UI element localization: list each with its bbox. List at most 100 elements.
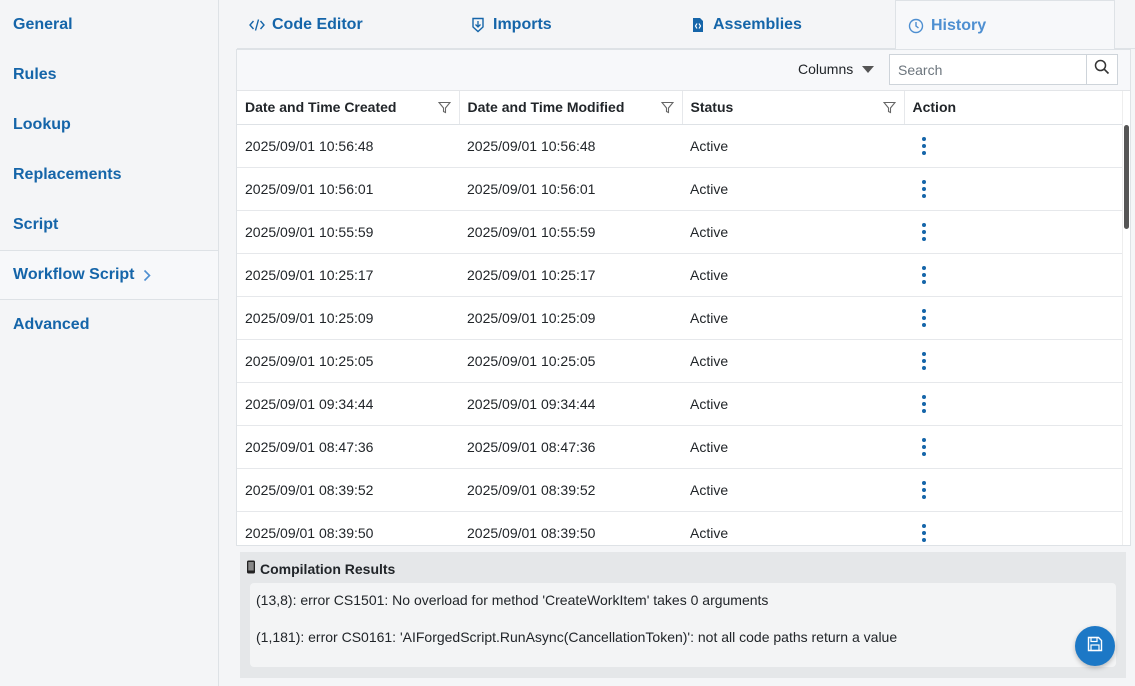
cell-created: 2025/09/01 08:39:52 [237,468,459,512]
cell-action [904,425,1127,469]
column-header-label: Action [912,99,957,116]
cell-action [904,339,1127,383]
cell-status: Active [682,511,904,545]
sidebar-item-label: General [13,16,73,33]
cell-created: 2025/09/01 10:25:09 [237,296,459,340]
sidebar-item-rules[interactable]: Rules [0,50,218,100]
more-actions-icon[interactable] [922,135,926,157]
sidebar-item-label: Rules [13,66,57,83]
sidebar-item-script[interactable]: Script [0,200,218,250]
column-header-label: Date and Time Modified [467,99,625,116]
table-row[interactable]: 2025/09/01 08:39:52 2025/09/01 08:39:52 Ac… [237,468,1127,512]
chevron-right-icon [143,269,151,282]
cell-created: 2025/09/01 08:39:50 [237,511,459,545]
compilation-results-title: Compilation Results [260,560,396,577]
compilation-error: (13,8): error CS1501: No overload for me… [256,592,769,608]
table-body: 2025/09/01 10:56:48 2025/09/01 10:56:48 Ac… [237,124,1127,545]
table-row[interactable]: 2025/09/01 10:25:05 2025/09/01 10:25:05 Ac… [237,339,1127,383]
cell-action [904,296,1127,340]
cell-created: 2025/09/01 10:25:05 [237,339,459,383]
tab-assemblies[interactable]: Assemblies [678,0,895,49]
cell-status: Active [682,167,904,211]
mobile-icon [246,560,256,577]
table-row[interactable]: 2025/09/01 09:34:44 2025/09/01 09:34:44 Ac… [237,382,1127,426]
cell-status: Active [682,253,904,297]
tab-label: Code Editor [272,15,363,33]
cell-action [904,511,1127,545]
cell-status: Active [682,382,904,426]
sidebar-item-general[interactable]: General [0,0,218,50]
compilation-errors: (13,8): error CS1501: No overload for me… [250,583,1116,667]
history-icon [908,18,924,34]
cell-modified: 2025/09/01 10:25:05 [459,339,682,383]
save-button[interactable] [1075,626,1115,666]
filter-icon[interactable] [437,101,451,114]
tab-bar: Code Editor Imports Assemblies History [237,0,1135,50]
cell-modified: 2025/09/01 10:56:01 [459,167,682,211]
filter-icon[interactable] [660,101,674,114]
cell-created: 2025/09/01 10:25:17 [237,253,459,297]
table-header-row: Date and Time Created Date and Time Modi… [237,91,1128,125]
history-grid: Columns Date and Time Created Date and T… [236,49,1131,546]
cell-status: Active [682,124,904,168]
table-row[interactable]: 2025/09/01 08:39:50 2025/09/01 08:39:50 Ac… [237,511,1127,545]
filter-icon[interactable] [882,101,896,114]
cell-action [904,124,1127,168]
table-row[interactable]: 2025/09/01 10:55:59 2025/09/01 10:55:59 Ac… [237,210,1127,254]
tab-label: History [931,16,987,34]
compilation-results-heading: Compilation Results [246,560,395,577]
sidebar-item-lookup[interactable]: Lookup [0,100,218,150]
assembly-icon [690,17,706,33]
search-button[interactable] [1086,55,1117,84]
sidebar: General Rules Lookup Replacements Script… [0,0,219,686]
more-actions-icon[interactable] [922,522,926,544]
more-actions-icon[interactable] [922,264,926,286]
table-row[interactable]: 2025/09/01 10:25:17 2025/09/01 10:25:17 Ac… [237,253,1127,297]
more-actions-icon[interactable] [922,479,926,501]
cell-action [904,210,1127,254]
cell-modified: 2025/09/01 10:56:48 [459,124,682,168]
cell-action [904,253,1127,297]
tab-code-editor[interactable]: Code Editor [237,0,458,49]
more-actions-icon[interactable] [922,221,926,243]
column-header-status[interactable]: Status [682,91,905,125]
column-header-modified[interactable]: Date and Time Modified [459,91,683,125]
cell-status: Active [682,296,904,340]
sidebar-item-label: Workflow Script [13,266,135,283]
columns-button[interactable]: Columns [798,61,875,77]
tab-label: Assemblies [713,15,802,33]
sidebar-item-label: Advanced [13,316,90,333]
cell-created: 2025/09/01 10:55:59 [237,210,459,254]
cell-action [904,382,1127,426]
search-box [889,54,1118,85]
import-icon [470,17,486,33]
cell-created: 2025/09/01 09:34:44 [237,382,459,426]
table-row[interactable]: 2025/09/01 10:56:01 2025/09/01 10:56:01 Ac… [237,167,1127,211]
sidebar-item-replacements[interactable]: Replacements [0,150,218,200]
cell-modified: 2025/09/01 08:39:52 [459,468,682,512]
cell-created: 2025/09/01 08:47:36 [237,425,459,469]
history-table: Date and Time Created Date and Time Modi… [237,91,1128,545]
sidebar-item-workflow-script[interactable]: Workflow Script [0,250,218,300]
compilation-error: (1,181): error CS0161: 'AIForgedScript.R… [256,629,898,645]
column-header-label: Status [690,99,734,116]
more-actions-icon[interactable] [922,393,926,415]
more-actions-icon[interactable] [922,436,926,458]
compilation-results-panel: Compilation Results (13,8): error CS1501… [240,552,1126,678]
sidebar-item-advanced[interactable]: Advanced [0,300,218,350]
tab-label: Imports [493,15,552,33]
more-actions-icon[interactable] [922,350,926,372]
search-input[interactable] [890,55,1086,84]
tab-imports[interactable]: Imports [458,0,678,49]
table-row[interactable]: 2025/09/01 10:56:48 2025/09/01 10:56:48 Ac… [237,124,1127,168]
cell-status: Active [682,210,904,254]
more-actions-icon[interactable] [922,307,926,329]
column-header-created[interactable]: Date and Time Created [237,91,460,125]
table-row[interactable]: 2025/09/01 08:47:36 2025/09/01 08:47:36 Ac… [237,425,1127,469]
columns-label: Columns [798,61,854,77]
cell-modified: 2025/09/01 09:34:44 [459,382,682,426]
scrollbar-thumb[interactable] [1124,125,1129,229]
tab-history[interactable]: History [895,0,1115,50]
more-actions-icon[interactable] [922,178,926,200]
table-row[interactable]: 2025/09/01 10:25:09 2025/09/01 10:25:09 Ac… [237,296,1127,340]
